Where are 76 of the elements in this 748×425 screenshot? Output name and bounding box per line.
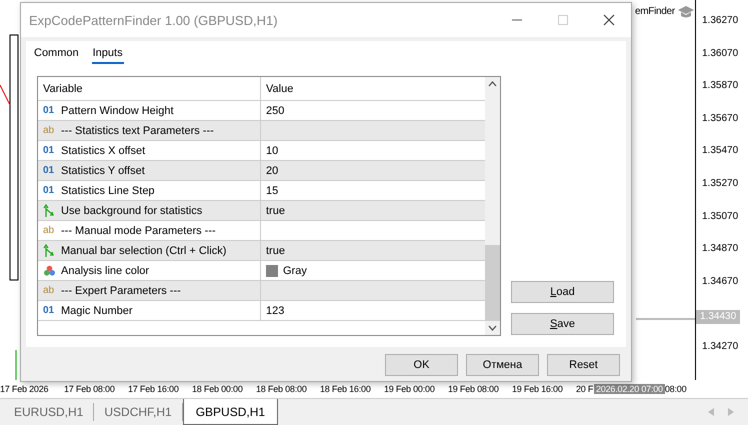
integer-type-icon: 01 — [43, 185, 56, 196]
branch-arrow-icon — [43, 204, 56, 217]
variable-name: --- Expert Parameters --- — [61, 284, 181, 296]
scroll-left-icon[interactable] — [708, 408, 714, 416]
value-text[interactable]: Gray — [283, 264, 307, 276]
integer-type-icon: 01 — [43, 305, 56, 316]
variable-name: Analysis line color — [61, 264, 150, 276]
value-text[interactable]: 123 — [266, 304, 284, 316]
value-text[interactable]: true — [266, 204, 285, 216]
integer-type-icon: 01 — [43, 105, 56, 116]
price-label: 1.35870 — [701, 79, 740, 94]
price-label: 1.34870 — [701, 242, 740, 256]
time-label: 17 Feb 08:00 — [64, 384, 116, 394]
string-type-icon: ab — [43, 285, 56, 296]
dialog-button[interactable]: Reset — [547, 354, 620, 376]
price-label: 1.35670 — [701, 112, 740, 126]
value-text[interactable]: true — [266, 244, 285, 256]
time-label: 08:00 — [664, 384, 686, 394]
scrollbar-thumb[interactable] — [485, 245, 500, 321]
time-label: 18 Feb 08:00 — [256, 384, 308, 394]
time-label: 18 Feb 00:00 — [192, 384, 244, 394]
symbol-tab[interactable]: EURUSD,H1 — [4, 403, 94, 421]
variable-name: Manual bar selection (Ctrl + Click) — [61, 244, 226, 256]
value-text[interactable]: 10 — [266, 144, 278, 156]
value-text[interactable]: 15 — [266, 184, 278, 196]
side-button[interactable]: Load — [511, 281, 614, 303]
tab[interactable]: Common — [33, 47, 80, 64]
scroll-right-icon[interactable] — [728, 408, 734, 416]
current-price-label: 1.34430 — [696, 310, 740, 324]
window-title: ExpCodePatternFinder 1.00 (GBPUSD,H1) — [29, 12, 279, 28]
time-label: 19 Feb 00:00 — [384, 384, 436, 394]
variable-name: --- Manual mode Parameters --- — [61, 224, 216, 236]
graduation-cap-icon — [678, 6, 694, 18]
dialog-button[interactable]: Отмена — [466, 354, 539, 376]
price-label: 1.36070 — [701, 46, 740, 61]
integer-type-icon: 01 — [43, 165, 56, 176]
scroll-up-icon[interactable] — [488, 81, 497, 87]
expert-name-label: emFinder — [635, 6, 675, 17]
time-label: 19 Feb 08:00 — [448, 384, 500, 394]
variable-name: Statistics Y offset — [61, 164, 145, 176]
integer-type-icon: 01 — [43, 145, 56, 156]
value-text[interactable]: 20 — [266, 164, 278, 176]
close-icon[interactable] — [603, 14, 615, 26]
variable-name: Statistics Line Step — [61, 184, 155, 196]
string-type-icon: ab — [43, 225, 56, 236]
variable-name: Magic Number — [61, 304, 133, 316]
color-circles-icon — [43, 265, 56, 276]
dialog-button[interactable]: OK — [385, 354, 458, 376]
column-header[interactable]: Value — [261, 77, 485, 100]
scroll-down-icon[interactable] — [488, 325, 497, 331]
price-label: 1.35270 — [701, 176, 740, 191]
string-type-icon: ab — [43, 125, 56, 136]
price-label: 1.36270 — [701, 14, 740, 28]
time-label: 18 Feb 16:00 — [320, 384, 372, 394]
price-label: 1.35070 — [701, 210, 740, 224]
time-label: 20 F — [576, 384, 594, 394]
time-label: 17 Feb 16:00 — [128, 384, 180, 394]
variable-name: Use background for statistics — [61, 204, 202, 216]
price-label: 1.34670 — [701, 274, 740, 289]
symbol-tab[interactable]: GBPUSD,H1 — [182, 399, 278, 425]
side-button[interactable]: Save — [511, 313, 614, 335]
variable-name: --- Statistics text Parameters --- — [61, 124, 214, 136]
time-label: 19 Feb 16:00 — [512, 384, 564, 394]
branch-arrow-icon — [43, 244, 56, 257]
variable-name: Pattern Window Height — [61, 104, 174, 116]
current-time-label: 2026.02.20 07:00 — [594, 384, 665, 394]
price-label: 1.34270 — [701, 340, 740, 354]
price-label: 1.35470 — [701, 144, 740, 158]
tab[interactable]: Inputs — [92, 47, 124, 64]
scrollbar[interactable] — [485, 77, 500, 335]
value-text[interactable]: 250 — [266, 104, 284, 116]
time-label: 17 Feb 2026 — [0, 384, 50, 394]
maximize-icon[interactable] — [557, 14, 569, 26]
variable-name: Statistics X offset — [61, 144, 146, 156]
price-line — [636, 318, 695, 320]
column-header[interactable]: Variable — [38, 77, 261, 100]
